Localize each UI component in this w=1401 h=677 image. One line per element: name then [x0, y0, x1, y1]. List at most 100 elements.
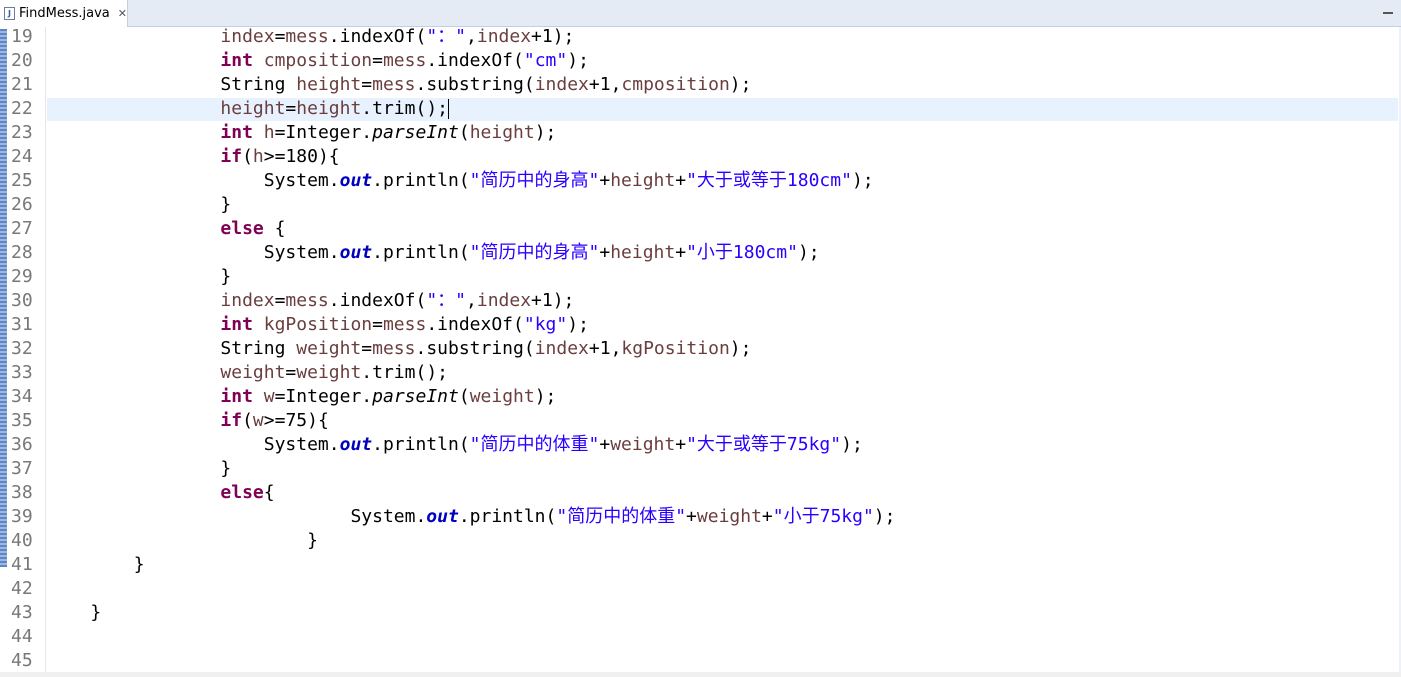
code-line[interactable]: index=mess.indexOf("：",index+1);: [47, 289, 574, 313]
code-line[interactable]: }: [47, 553, 145, 577]
token: .println(: [458, 506, 557, 527]
code-line[interactable]: String weight=mess.substring(index+1,kgP…: [47, 337, 751, 361]
line-number: 30: [11, 290, 33, 311]
token-var: weight: [469, 386, 535, 407]
token: +1,: [588, 338, 622, 359]
text-caret: [448, 99, 449, 119]
token: =Integer.: [274, 386, 373, 407]
line-number: 33: [11, 362, 33, 383]
code-line[interactable]: System.out.println("简历中的身高"+height+"大于或等…: [47, 169, 874, 193]
token-str: "小于75kg": [772, 506, 874, 527]
java-file-icon: J: [4, 7, 15, 20]
line-number: 20: [11, 50, 33, 71]
token-var: index: [534, 74, 589, 95]
code-line[interactable]: String height=mess.substring(index+1,cmp…: [47, 73, 751, 97]
token: }: [220, 194, 232, 215]
code-line[interactable]: }: [47, 265, 231, 289]
token-str: "小于180cm": [686, 242, 798, 263]
code-line[interactable]: System.out.println("简历中的体重"+weight+"大于或等…: [47, 433, 863, 457]
editor-tab-bar: J FindMess.java ✕: [0, 0, 1401, 27]
token-var: mess: [285, 26, 329, 47]
token: .substring(: [415, 338, 535, 359]
line-number: 21: [11, 74, 33, 95]
token-var: w: [263, 386, 275, 407]
code-line[interactable]: index=mess.indexOf("：",index+1);: [47, 25, 574, 49]
token: =: [372, 50, 383, 71]
token: System.: [263, 170, 340, 191]
token: +: [599, 170, 611, 191]
token-stat: out: [339, 170, 373, 191]
token-var: index: [534, 338, 589, 359]
token-str: "kg": [523, 314, 568, 335]
code-line[interactable]: else{: [47, 481, 275, 505]
horizontal-scrollbar[interactable]: [0, 672, 1401, 677]
token: ,: [466, 26, 477, 47]
token-var: index: [220, 290, 275, 311]
tab-findmess-java[interactable]: J FindMess.java ✕: [0, 0, 128, 27]
token: .println(: [372, 170, 470, 191]
code-editor[interactable]: 19 index=mess.indexOf("：",index+1); 20 in…: [0, 25, 1401, 677]
token-str: "简历中的体重": [469, 434, 600, 455]
token-kw: int: [220, 314, 253, 335]
line-number: 29: [11, 266, 33, 287]
token: (: [242, 146, 253, 167]
minimize-icon[interactable]: [1383, 12, 1393, 14]
close-icon[interactable]: ✕: [118, 7, 127, 20]
line-number: 26: [11, 194, 33, 215]
token-kw: int: [220, 386, 253, 407]
token: +: [599, 434, 611, 455]
token: );: [729, 74, 752, 95]
token: }: [220, 266, 232, 287]
line-number: 42: [11, 578, 33, 599]
line-number: 40: [11, 530, 33, 551]
token-var: index: [476, 26, 532, 47]
code-line[interactable]: }: [47, 529, 318, 553]
code-line[interactable]: if(h>=180){: [47, 145, 340, 169]
token-meth: parseInt: [372, 122, 459, 143]
code-line[interactable]: }: [47, 457, 231, 481]
code-line[interactable]: System.out.println("简历中的身高"+height+"小于18…: [47, 241, 820, 265]
token-var: h: [263, 122, 275, 143]
token-str: "简历中的身高": [469, 170, 600, 191]
line-number: 41: [11, 554, 33, 575]
code-line[interactable]: System.out.println("简历中的体重"+weight+"小于75…: [47, 505, 895, 529]
line-number: 44: [11, 626, 33, 647]
token: String: [220, 338, 297, 359]
token-str: "大于或等于180cm": [686, 170, 852, 191]
token: .substring(: [415, 74, 535, 95]
token: +: [675, 170, 687, 191]
token-str: "：: [426, 290, 456, 311]
token: (: [242, 410, 253, 431]
token: String: [220, 74, 297, 95]
token-var: kgPosition: [621, 338, 730, 359]
token-kw: else: [220, 218, 264, 239]
code-line[interactable]: int kgPosition=mess.indexOf("kg");: [47, 313, 589, 337]
token: .indexOf(: [426, 50, 524, 71]
line-number: 34: [11, 386, 33, 407]
token: }: [220, 458, 232, 479]
code-line[interactable]: height=height.trim();: [47, 97, 449, 121]
token: ,: [466, 290, 477, 311]
token-str: "cm": [523, 50, 568, 71]
line-number: 23: [11, 122, 33, 143]
token: >=180){: [263, 146, 340, 167]
token: }: [90, 602, 102, 623]
code-line[interactable]: else {: [47, 217, 285, 241]
token: {: [263, 482, 275, 503]
code-line[interactable]: }: [47, 601, 101, 625]
token-var: cmposition: [621, 74, 730, 95]
token: );: [851, 170, 874, 191]
code-line[interactable]: int cmposition=mess.indexOf("cm");: [47, 49, 589, 73]
code-line[interactable]: weight=weight.trim();: [47, 361, 448, 385]
code-line[interactable]: }: [47, 193, 231, 217]
code-line[interactable]: int h=Integer.parseInt(height);: [47, 121, 556, 145]
token: }: [133, 554, 145, 575]
token-var: h: [252, 146, 264, 167]
line-number: 36: [11, 434, 33, 455]
code-line[interactable]: if(w>=75){: [47, 409, 328, 433]
token-str: "：: [426, 26, 456, 47]
code-line[interactable]: int w=Integer.parseInt(weight);: [47, 385, 556, 409]
token-var: weight: [696, 506, 762, 527]
line-number: 25: [11, 170, 33, 191]
